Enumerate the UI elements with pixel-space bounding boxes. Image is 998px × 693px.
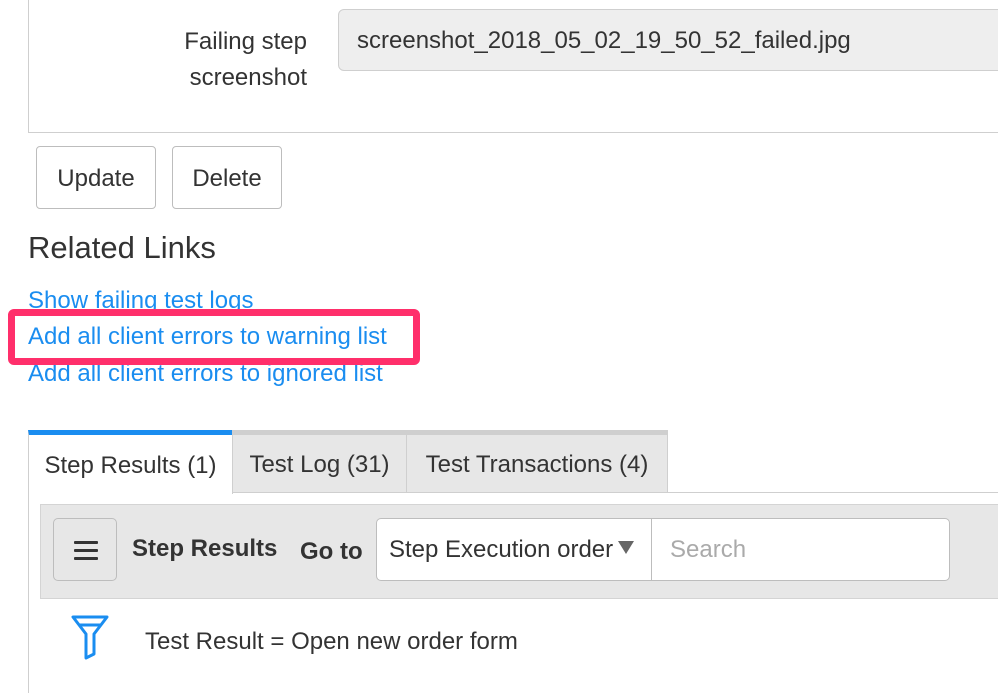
goto-label: Go to — [300, 538, 363, 565]
tab-test-log[interactable]: Test Log (31) — [232, 430, 407, 493]
list-menu-button[interactable] — [53, 518, 117, 581]
goto-select[interactable]: Step Execution order — [376, 518, 652, 581]
link-clip: Show failing test logs — [28, 287, 288, 309]
list-title: Step Results — [132, 535, 278, 562]
filter-condition: Test Result = Open new order form — [145, 628, 518, 655]
highlight-box — [8, 309, 420, 365]
chevron-down-icon — [618, 541, 634, 554]
delete-button[interactable]: Delete — [172, 146, 282, 209]
related-links-heading: Related Links — [28, 230, 216, 265]
filter-icon[interactable] — [70, 614, 110, 660]
form-section: Failing step screenshot screenshot_2018_… — [28, 0, 998, 133]
update-button[interactable]: Update — [36, 146, 156, 209]
tab-test-transactions[interactable]: Test Transactions (4) — [406, 430, 668, 493]
show-failing-test-logs-link[interactable]: Show failing test logs — [28, 287, 253, 309]
tab-step-results[interactable]: Step Results (1) — [28, 430, 233, 494]
search-input[interactable] — [651, 518, 950, 581]
screenshot-field[interactable]: screenshot_2018_05_02_19_50_52_failed.jp… — [338, 9, 998, 71]
field-label-failing-step-screenshot: Failing step screenshot — [184, 28, 307, 91]
